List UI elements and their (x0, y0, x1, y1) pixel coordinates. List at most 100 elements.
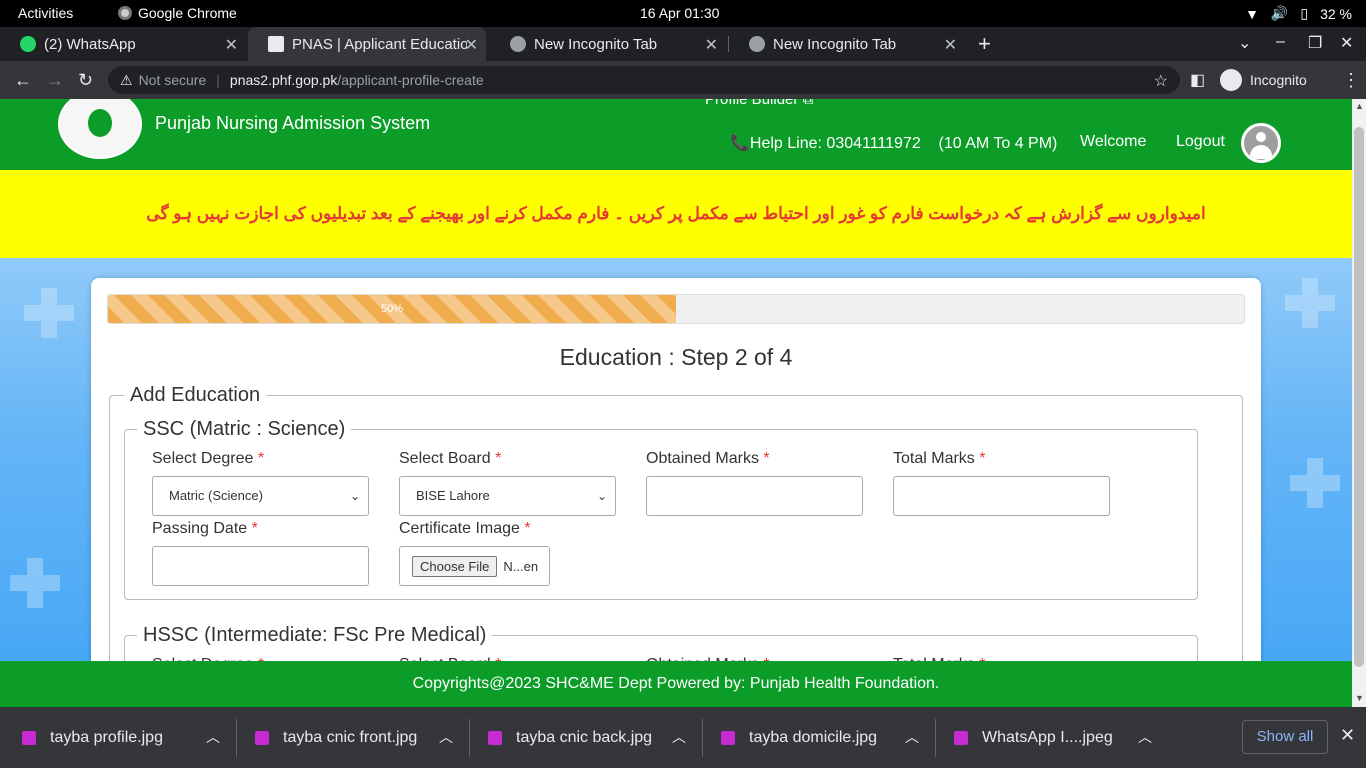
chevron-down-icon: ⌄ (596, 489, 607, 503)
url-path: /applicant-profile-create (337, 72, 484, 88)
tab-incognito-1[interactable]: New Incognito Tab ✕ (490, 27, 726, 61)
urdu-notice: امیدواروں سے گزارش ہے کہ درخواست فارم کو… (0, 170, 1352, 258)
tab-label: New Incognito Tab (534, 35, 658, 53)
wifi-icon: ▼ (1245, 5, 1259, 22)
site-header: Punjab Nursing Admission System Profile … (0, 99, 1352, 170)
ssc-degree-label: Select Degree (152, 450, 254, 467)
ssc-certificate-file-input[interactable]: Choose File N...en (399, 546, 550, 586)
step-title: Education : Step 2 of 4 (559, 344, 793, 370)
divider (469, 719, 470, 757)
divider (935, 719, 936, 757)
minimize-icon[interactable]: – (1276, 33, 1285, 51)
ssc-obtained-input[interactable] (646, 476, 863, 516)
ssc-certificate-field: Certificate Image * Choose File N...en (399, 520, 550, 586)
battery-level: 32 % (1320, 5, 1352, 22)
welcome-link[interactable]: Welcome (1080, 133, 1146, 151)
chevron-up-icon[interactable]: ︿ (1138, 727, 1152, 747)
logout-link[interactable]: Logout (1176, 133, 1225, 151)
tab-incognito-2[interactable]: New Incognito Tab ✕ (729, 27, 965, 61)
maximize-icon[interactable]: ❐ (1308, 33, 1322, 53)
battery-icon: ▯ (1300, 5, 1309, 21)
file-status: N...en (503, 558, 539, 574)
clock[interactable]: 16 Apr 01:30 (640, 5, 719, 21)
site-title[interactable]: Punjab Nursing Admission System (155, 113, 430, 134)
form-card: 50% Education : Step 2 of 4 Add Educatio… (91, 278, 1261, 707)
address-bar[interactable]: ⚠ Not secure | pnas2.phf.gop.pk /applica… (108, 66, 1180, 94)
required-mark: * (251, 520, 258, 537)
helpline-text: 📞Help Line: 03041111972 (10 AM To 4 PM) (730, 135, 1058, 152)
download-filename: WhatsApp I....jpeg (982, 728, 1113, 746)
tab-pnas[interactable]: PNAS | Applicant Educatio ✕ (248, 27, 486, 61)
user-avatar-icon[interactable] (1241, 123, 1281, 163)
download-filename: tayba profile.jpg (50, 728, 163, 746)
required-mark: * (979, 450, 986, 467)
menu-icon[interactable]: ⋮ (1342, 70, 1360, 91)
tab-search-icon[interactable]: ⌄ (1238, 33, 1251, 53)
image-file-icon (22, 730, 36, 745)
volume-icon: 🔊 (1270, 5, 1289, 21)
page-viewport: Punjab Nursing Admission System Profile … (0, 99, 1352, 707)
download-item[interactable]: tayba cnic front.jpg ︿ (255, 707, 469, 768)
download-item[interactable]: WhatsApp I....jpeg ︿ (954, 707, 1168, 768)
close-icon[interactable]: ✕ (705, 35, 718, 55)
download-item[interactable]: tayba cnic back.jpg ︿ (488, 707, 702, 768)
download-item[interactable]: tayba profile.jpg ︿ (22, 707, 236, 768)
tab-label: New Incognito Tab (773, 35, 897, 53)
progress-fill: 50% (108, 295, 676, 323)
browser-toolbar: ← → ↻ ⚠ Not secure | pnas2.phf.gop.pk /a… (0, 61, 1366, 99)
scroll-down-icon[interactable]: ▼ (1355, 693, 1364, 703)
forward-icon[interactable]: → (46, 70, 64, 91)
medical-cross-icon (24, 288, 74, 338)
back-icon[interactable]: ← (14, 70, 32, 91)
new-tab-button[interactable]: + (978, 31, 991, 57)
show-all-button[interactable]: Show all (1242, 720, 1328, 754)
download-filename: tayba domicile.jpg (749, 728, 878, 746)
window-close-icon[interactable]: ✕ (1340, 33, 1353, 53)
page-scrollbar[interactable]: ▲ ▼ (1352, 99, 1366, 707)
ssc-certificate-label: Certificate Image (399, 520, 520, 537)
chevron-up-icon[interactable]: ︿ (905, 727, 919, 747)
choose-file-button[interactable]: Choose File (412, 555, 498, 577)
reload-icon[interactable]: ↻ (78, 70, 93, 91)
chevron-up-icon[interactable]: ︿ (206, 727, 220, 747)
chevron-up-icon[interactable]: ︿ (439, 727, 453, 747)
side-panel-icon[interactable]: ◧ (1190, 70, 1205, 90)
required-mark: * (763, 450, 770, 467)
activities-button[interactable]: Activities (18, 5, 73, 21)
close-icon[interactable]: ✕ (465, 35, 478, 55)
divider (702, 719, 703, 757)
close-icon[interactable]: ✕ (944, 35, 957, 55)
ssc-passing-date-input[interactable] (152, 546, 369, 586)
tab-label: (2) WhatsApp (44, 35, 136, 53)
system-top-bar: Activities Google Chrome 16 Apr 01:30 ▼ … (0, 0, 1366, 27)
ssc-board-label: Select Board (399, 450, 491, 467)
profile-builder-link[interactable]: Profile Builder ⧉ (705, 99, 813, 108)
close-icon[interactable]: ✕ (1340, 725, 1355, 746)
punjab-logo (58, 99, 142, 159)
system-tray[interactable]: ▼ 🔊 ▯ 32 % (1245, 5, 1352, 22)
chevron-down-icon: ⌄ (349, 489, 360, 503)
scrollbar-thumb[interactable] (1354, 127, 1364, 667)
ssc-total-label: Total Marks (893, 450, 975, 467)
section-title: Add Education (130, 384, 261, 406)
medical-cross-icon (1285, 278, 1335, 328)
image-file-icon (255, 730, 269, 745)
tab-whatsapp[interactable]: (2) WhatsApp ✕ (0, 27, 246, 61)
ssc-board-select[interactable]: BISE Lahore ⌄ (399, 476, 616, 516)
warning-icon[interactable]: ⚠ (120, 72, 133, 89)
scroll-up-icon[interactable]: ▲ (1355, 101, 1364, 111)
close-icon[interactable]: ✕ (225, 35, 238, 55)
app-menu[interactable]: Google Chrome (118, 5, 237, 21)
chevron-up-icon[interactable]: ︿ (672, 727, 686, 747)
image-file-icon (954, 730, 968, 745)
download-filename: tayba cnic back.jpg (516, 728, 653, 746)
bookmark-star-icon[interactable]: ☆ (1154, 71, 1168, 91)
ssc-total-input[interactable] (893, 476, 1110, 516)
security-label[interactable]: Not secure (139, 72, 207, 88)
incognito-icon (510, 36, 526, 52)
ssc-degree-field: Select Degree * Matric (Science) ⌄ (152, 450, 369, 516)
download-item[interactable]: tayba domicile.jpg ︿ (721, 707, 935, 768)
incognito-profile[interactable]: Incognito (1220, 69, 1307, 91)
whatsapp-icon (20, 36, 36, 52)
ssc-degree-select[interactable]: Matric (Science) ⌄ (152, 476, 369, 516)
